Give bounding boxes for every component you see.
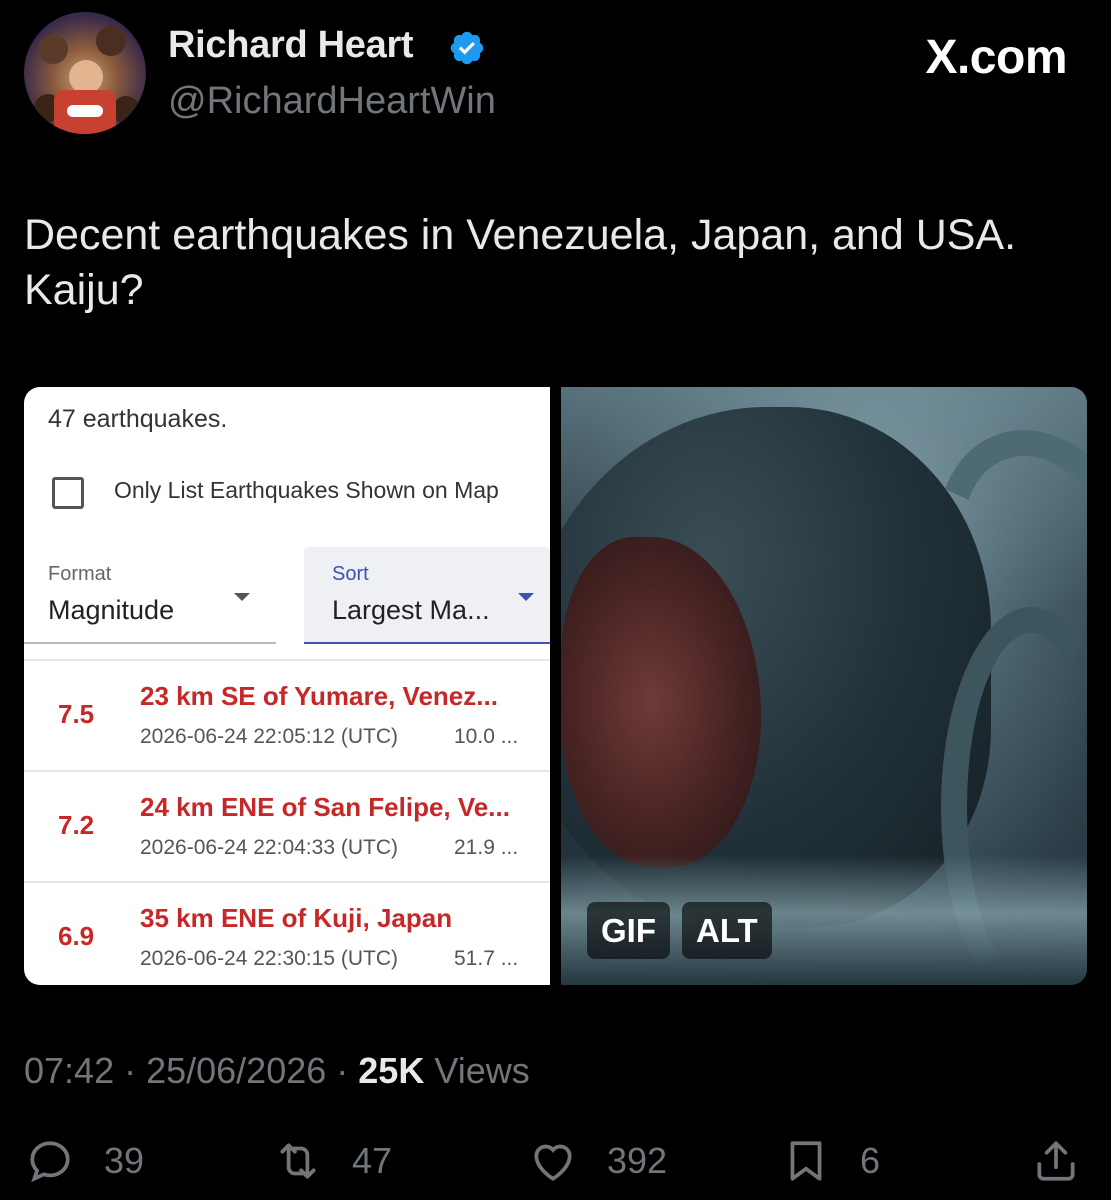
author-handle[interactable]: @RichardHeartWin xyxy=(168,80,496,123)
earthquake-magnitude: 6.9 xyxy=(58,921,95,951)
gif-badge: GIF xyxy=(587,902,670,959)
repost-icon xyxy=(280,1143,316,1179)
bookmark-icon xyxy=(790,1141,822,1181)
earthquake-list: 7.5 23 km SE of Yumare, Venez... 2026-06… xyxy=(24,659,550,985)
kaiju-gif[interactable]: GIF ALT xyxy=(561,387,1087,985)
like-button[interactable]: 392 xyxy=(527,1136,667,1186)
tweet-time[interactable]: 07:42 xyxy=(24,1050,114,1091)
format-select: Format Magnitude xyxy=(24,547,276,644)
checkbox-label: Only List Earthquakes Shown on Map xyxy=(114,477,499,503)
repost-count: 47 xyxy=(352,1140,393,1181)
format-label: Format xyxy=(48,563,112,585)
meta-separator: · xyxy=(114,1050,147,1091)
share-button[interactable] xyxy=(1030,1136,1082,1186)
author-name[interactable]: Richard Heart xyxy=(168,24,414,67)
earthquake-place: 35 km ENE of Kuji, Japan xyxy=(140,903,453,933)
tweet-meta: 07:42 · 25/06/2026 · 25K Views xyxy=(24,1050,530,1092)
bookmark-button[interactable]: 6 xyxy=(780,1136,880,1186)
earthquake-list-image[interactable]: 47 earthquakes. Only List Earthquakes Sh… xyxy=(24,387,550,985)
earthquake-time: 2026-06-24 22:04:33 (UTC) xyxy=(140,836,398,859)
bookmark-count: 6 xyxy=(860,1140,881,1181)
earthquake-depth: 51.7 ... xyxy=(454,947,519,970)
format-value: Magnitude xyxy=(48,595,175,625)
heart-icon xyxy=(534,1144,572,1181)
earthquake-time: 2026-06-24 22:30:15 (UTC) xyxy=(140,947,398,970)
reply-count: 39 xyxy=(104,1140,145,1181)
brand-logo: X.com xyxy=(925,31,1067,84)
reply-icon xyxy=(30,1141,70,1183)
earthquake-item: 7.2 24 km ENE of San Felipe, Ve... 2026-… xyxy=(24,770,550,881)
earthquake-place: 24 km ENE of San Felipe, Ve... xyxy=(140,792,510,822)
share-icon xyxy=(1037,1141,1075,1181)
like-count: 392 xyxy=(607,1140,668,1181)
sort-select: Sort Largest Ma... xyxy=(304,547,550,644)
tweet-date[interactable]: 25/06/2026 xyxy=(146,1050,326,1091)
earthquake-depth: 10.0 ... xyxy=(454,725,519,748)
earthquake-count: 47 earthquakes. xyxy=(48,405,228,433)
earthquake-depth: 21.9 ... xyxy=(454,836,519,859)
earthquake-item: 7.5 23 km SE of Yumare, Venez... 2026-06… xyxy=(24,659,550,770)
repost-button[interactable]: 47 xyxy=(272,1136,392,1186)
meta-separator: · xyxy=(326,1050,359,1091)
tweet-text: Decent earthquakes in Venezuela, Japan, … xyxy=(24,211,1017,314)
alt-badge[interactable]: ALT xyxy=(682,902,772,959)
format-dropdown-caret-icon xyxy=(234,593,250,601)
earthquake-place: 23 km SE of Yumare, Venez... xyxy=(140,681,498,711)
sort-dropdown-caret-icon xyxy=(518,593,534,601)
earthquake-magnitude: 7.2 xyxy=(58,810,95,840)
earthquake-item: 6.9 35 km ENE of Kuji, Japan 2026-06-24 … xyxy=(24,881,550,985)
only-list-shown-checkbox xyxy=(52,477,84,509)
earthquake-magnitude: 7.5 xyxy=(58,699,95,729)
verified-badge-icon xyxy=(450,31,484,65)
author-avatar[interactable] xyxy=(24,12,146,134)
earthquake-time: 2026-06-24 22:05:12 (UTC) xyxy=(140,725,398,748)
sort-label: Sort xyxy=(332,563,369,585)
sort-value: Largest Ma... xyxy=(332,595,490,625)
views-label: Views xyxy=(424,1050,530,1091)
reply-button[interactable]: 39 xyxy=(24,1136,144,1186)
views-count: 25K xyxy=(358,1050,425,1091)
